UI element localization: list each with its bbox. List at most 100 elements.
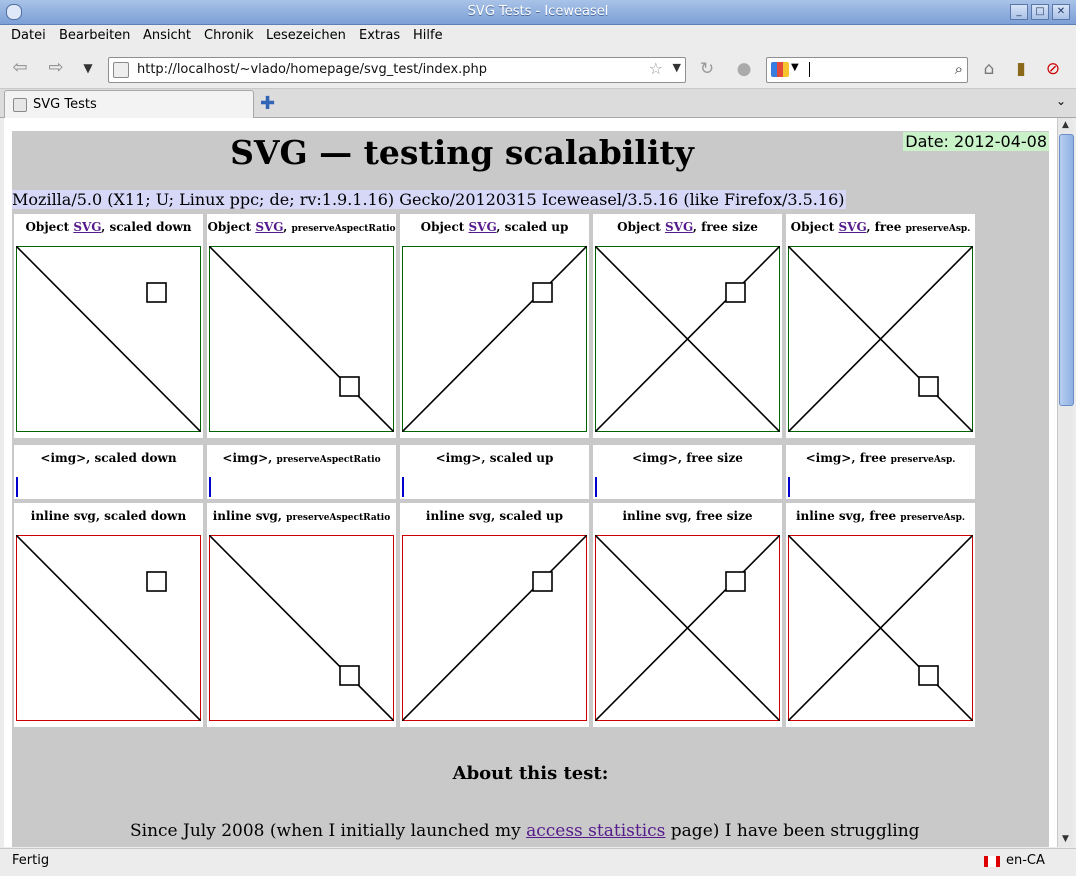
maximize-button[interactable]: □ (1031, 4, 1049, 20)
history-dropdown-icon[interactable]: ▼ (76, 57, 100, 79)
object-svg-cell: Object SVG, scaled down (14, 214, 203, 438)
svg-square (532, 282, 553, 303)
object-svg-cell: Object SVG, free preserveAsp. (786, 214, 975, 438)
addon-icon[interactable]: ⊘ (1042, 58, 1064, 80)
menu-lesezeichen[interactable]: Lesezeichen (266, 28, 346, 43)
broken-image-indicator (16, 477, 18, 497)
reload-icon[interactable]: ↻ (696, 58, 718, 80)
svg-test-drawing (209, 535, 394, 721)
header-text: <img>, scaled down (40, 451, 177, 465)
svg-square (918, 376, 939, 397)
cell-header: Object SVG, scaled down (14, 220, 203, 234)
svg-square (146, 571, 167, 592)
menu-datei[interactable]: Datei (11, 28, 46, 43)
broken-image-indicator (788, 477, 790, 497)
cell-header: inline svg, preserveAspectRatio (207, 509, 396, 523)
inline-svg-cell: inline svg, preserveAspectRatio (207, 503, 396, 727)
search-box[interactable]: ▼ ⌕ (766, 57, 968, 83)
bookmarks-icon[interactable]: ▮ (1010, 58, 1032, 80)
broken-image-indicator (402, 477, 404, 497)
tab-list-icon[interactable]: ⌄ (1056, 94, 1066, 108)
vertical-scrollbar[interactable]: ▲ ▼ (1057, 118, 1074, 847)
object-svg-cell: Object SVG, preserveAspectRatio (207, 214, 396, 438)
tab-svg-tests[interactable]: SVG Tests (4, 90, 254, 118)
svg-square (918, 665, 939, 686)
header-small-text: preserveAspectRatio (286, 513, 391, 523)
cell-header: <img>, preserveAspectRatio (207, 451, 396, 465)
status-text: Fertig (12, 853, 50, 868)
svg-square (725, 282, 746, 303)
header-text: Object (25, 220, 74, 234)
header-text: Object (207, 220, 256, 234)
menu-hilfe[interactable]: Hilfe (413, 28, 443, 43)
header-small-text: preserveAsp. (900, 513, 966, 523)
header-text: inline svg, (212, 509, 287, 523)
header-text: inline svg, free size (622, 509, 753, 523)
site-identity-icon[interactable] (113, 62, 129, 78)
inline-svg-cell: inline svg, scaled down (14, 503, 203, 727)
header-text: , free size (692, 220, 758, 234)
scroll-up-icon[interactable]: ▲ (1059, 119, 1072, 132)
close-button[interactable]: ✕ (1052, 4, 1070, 20)
forward-icon[interactable]: ⇨ (44, 57, 68, 79)
svg-square (339, 376, 360, 397)
img-cell: <img>, free size (593, 445, 782, 499)
search-caret (809, 62, 810, 77)
cell-header: <img>, free preserveAsp. (786, 451, 975, 465)
search-engine-dropdown-icon[interactable]: ▼ (791, 62, 799, 73)
header-text: Object (790, 220, 839, 234)
status-bar: Fertig en-CA (0, 848, 1076, 876)
tab-favicon-icon (13, 98, 27, 112)
header-text: , free (866, 220, 906, 234)
menu-ansicht[interactable]: Ansicht (143, 28, 191, 43)
broken-image-indicator (595, 477, 597, 497)
locale-indicator[interactable]: en-CA (1006, 853, 1045, 868)
svg-link[interactable]: SVG (255, 220, 283, 234)
page-title: SVG — testing scalability (230, 133, 694, 172)
window-titlebar: SVG Tests - Iceweasel _ □ ✕ (0, 0, 1076, 25)
tab-label: SVG Tests (33, 97, 97, 112)
page: SVG — testing scalability Date: 2012-04-… (12, 131, 1049, 847)
access-statistics-link[interactable]: access statistics (526, 821, 665, 841)
svg-test-drawing (402, 246, 587, 432)
scroll-thumb[interactable] (1059, 134, 1074, 406)
window-title: SVG Tests - Iceweasel (467, 4, 609, 19)
header-small-text: preserveAsp. (890, 455, 956, 465)
header-text: inline svg, free (795, 509, 901, 523)
home-icon[interactable]: ⌂ (978, 58, 1000, 80)
object-svg-cell: Object SVG, free size (593, 214, 782, 438)
minimize-button[interactable]: _ (1010, 4, 1028, 20)
address-bar[interactable]: http://localhost/~vlado/homepage/svg_tes… (108, 57, 686, 83)
new-tab-icon[interactable]: ✚ (260, 93, 275, 114)
svg-test-drawing (16, 246, 201, 432)
url-dropdown-icon[interactable]: ▼ (673, 61, 681, 74)
scroll-down-icon[interactable]: ▼ (1059, 833, 1072, 846)
back-icon[interactable]: ⇦ (8, 57, 32, 79)
svg-link[interactable]: SVG (839, 220, 867, 234)
header-text: inline svg, scaled up (425, 509, 564, 523)
header-text: inline svg, scaled down (30, 509, 187, 523)
stop-icon[interactable]: ● (733, 58, 755, 80)
header-small-text: preserveAspectRatio (276, 455, 381, 465)
svg-square (146, 282, 167, 303)
svg-link[interactable]: SVG (468, 220, 496, 234)
header-text: <img>, free size (632, 451, 743, 465)
img-cell: <img>, free preserveAsp. (786, 445, 975, 499)
svg-link[interactable]: SVG (73, 220, 101, 234)
menu-extras[interactable]: Extras (359, 28, 400, 43)
bookmark-star-icon[interactable]: ☆ (649, 59, 663, 78)
cell-header: Object SVG, scaled up (400, 220, 589, 234)
svg-test-drawing (402, 535, 587, 721)
menu-chronik[interactable]: Chronik (204, 28, 254, 43)
cell-header: Object SVG, free size (593, 220, 782, 234)
url-text[interactable]: http://localhost/~vlado/homepage/svg_tes… (137, 62, 487, 77)
search-icon[interactable]: ⌕ (955, 60, 963, 78)
search-engine-icon[interactable] (771, 62, 789, 77)
svg-link[interactable]: SVG (665, 220, 693, 234)
header-text: <img>, scaled up (435, 451, 554, 465)
svg-square (725, 571, 746, 592)
menu-bearbeiten[interactable]: Bearbeiten (59, 28, 130, 43)
broken-image-indicator (209, 477, 211, 497)
cell-header: inline svg, scaled up (400, 509, 589, 523)
header-small-text: preserveAspectRatio (291, 224, 396, 234)
